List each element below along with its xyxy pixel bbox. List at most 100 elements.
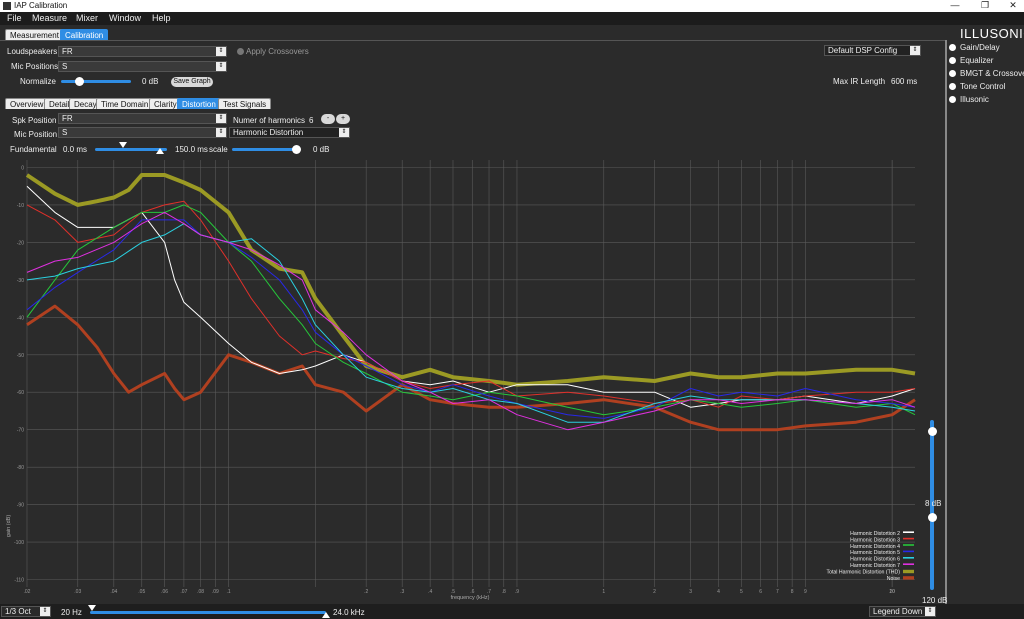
radio-icon: [949, 44, 956, 52]
loudspeakers-select[interactable]: FR ⇕: [58, 46, 227, 57]
spin-arrows-icon: ⇕: [40, 607, 50, 616]
tab-time-domain[interactable]: Time Domain: [96, 98, 154, 109]
spin-arrows-icon: ⇕: [216, 128, 226, 137]
radio-icon: [949, 83, 956, 91]
legend-label: Harmonic Distortion 2: [850, 531, 900, 537]
harmonics-decrement-button[interactable]: -: [321, 114, 335, 124]
spk-position-label: Spk Position: [12, 116, 57, 125]
range-start-handle-icon[interactable]: [119, 142, 127, 148]
y-tick-label: -20: [17, 240, 24, 246]
max-ir-label: Max IR Length: [833, 77, 886, 86]
legend-swatch: [903, 531, 914, 533]
legend-swatch: [903, 544, 914, 546]
menu-file[interactable]: File: [7, 13, 22, 23]
legend-swatch: [903, 537, 914, 540]
tab-test-signals[interactable]: Test Signals: [218, 98, 272, 109]
x-tick-label: 6: [759, 589, 762, 595]
menu-window[interactable]: Window: [109, 13, 141, 23]
x-tick-label: 8: [791, 589, 794, 595]
distortion-mode-select[interactable]: Harmonic Distortion ⇕: [229, 127, 350, 138]
spin-arrows-icon: ⇕: [216, 47, 226, 56]
normalize-value: 0 dB: [142, 77, 159, 86]
mic-position-select[interactable]: S ⇕: [58, 127, 227, 138]
maximize-button[interactable]: ❐: [970, 0, 1000, 11]
y-tick-label: -40: [17, 315, 24, 321]
mic-positions-label: Mic Positions: [11, 62, 59, 71]
tab-calibration[interactable]: Calibration: [60, 29, 109, 40]
legend-label: Harmonic Distortion 3: [850, 537, 900, 543]
spk-position-select[interactable]: FR ⇕: [58, 113, 227, 124]
menu-bar: File Measure Mixer Window Help: [0, 12, 1024, 25]
legend-swatch: [903, 569, 914, 574]
normalize-slider[interactable]: [61, 80, 131, 83]
range-end-handle-icon[interactable]: [156, 148, 164, 154]
legend-swatch: [903, 557, 914, 559]
x-tick-label: 4: [717, 589, 720, 595]
harmonics-label: Numer of harmonics: [233, 116, 306, 125]
y-tick-label: -70: [17, 428, 24, 434]
freq-min-value: 20 Hz: [61, 608, 82, 617]
option-tone-control[interactable]: Tone Control: [949, 82, 1005, 91]
x-tick-label: .09: [212, 589, 219, 595]
scale-slider[interactable]: [232, 148, 300, 151]
save-graph-button[interactable]: Save Graph: [171, 77, 213, 87]
fundamental-end: 150.0 ms: [175, 145, 208, 154]
brand-logo: ILLUSONIC: [960, 26, 1024, 41]
option-illusonic[interactable]: Illusonic: [949, 95, 989, 104]
range-top-knob[interactable]: [928, 427, 937, 436]
option-label: BMGT & Crossovers: [960, 69, 1024, 78]
option-label: Equalizer: [960, 56, 994, 65]
normalize-knob[interactable]: [75, 77, 84, 86]
option-bmgt-crossovers[interactable]: BMGT & Crossovers: [949, 69, 1024, 78]
x-tick-label: .1: [226, 589, 230, 595]
frequency-range-slider[interactable]: [90, 611, 326, 614]
mic-positions-select[interactable]: S ⇕: [58, 61, 227, 72]
y-axis-label: gain (dB): [6, 515, 12, 537]
range-bottom-knob[interactable]: [928, 513, 937, 522]
menu-help[interactable]: Help: [152, 13, 171, 23]
legend-mode-select[interactable]: Legend Down R ⇕: [869, 606, 936, 617]
y-tick-label: -80: [17, 465, 24, 471]
minimize-button[interactable]: —: [940, 0, 970, 10]
tab-measurement[interactable]: Measurement: [5, 29, 64, 40]
x-tick-label: .2: [364, 589, 368, 595]
tab-overview[interactable]: Overview: [5, 98, 49, 109]
right-panel: Gain/Delay Equalizer BMGT & Crossovers T…: [948, 40, 1024, 140]
scale-label: scale: [209, 145, 228, 154]
spin-arrows-icon: ⇕: [339, 128, 349, 137]
spk-position-value: FR: [62, 114, 73, 123]
radio-icon: [949, 57, 956, 65]
tab-distortion[interactable]: Distortion: [177, 98, 221, 109]
legend-label: Harmonic Distortion 5: [850, 550, 900, 556]
octave-select[interactable]: 1/3 Oct ⇕: [1, 606, 51, 617]
x-tick-label: .07: [180, 589, 187, 595]
y-tick-label: -50: [17, 353, 24, 359]
y-tick-label: -60: [17, 390, 24, 396]
freq-min-handle-icon[interactable]: [88, 605, 96, 611]
dsp-config-value: Default DSP Config: [828, 46, 898, 55]
tab-divider: [0, 40, 946, 41]
option-gain-delay[interactable]: Gain/Delay: [949, 43, 1000, 52]
x-tick-label: 9: [804, 589, 807, 595]
freq-max-value: 24.0 kHz: [333, 608, 365, 617]
max-ir-value: 600 ms: [891, 77, 918, 86]
legend-label: Total Harmonic Distortion (THD): [826, 569, 900, 575]
panel-splitter[interactable]: [945, 40, 947, 619]
y-tick-label: 0: [21, 165, 24, 171]
y-tick-label: -10: [17, 203, 24, 209]
x-tick-label: 5: [740, 589, 743, 595]
freq-max-handle-icon[interactable]: [322, 612, 330, 618]
scale-value: 0 dB: [313, 145, 330, 154]
option-equalizer[interactable]: Equalizer: [949, 56, 993, 65]
apply-crossovers-radio[interactable]: [237, 48, 244, 55]
menu-mixer[interactable]: Mixer: [76, 13, 98, 23]
harmonics-increment-button[interactable]: +: [336, 114, 350, 124]
legend-label: Harmonic Distortion 7: [850, 563, 900, 569]
spin-arrows-icon: ⇕: [216, 114, 226, 123]
loudspeakers-value: FR: [62, 47, 73, 56]
close-button[interactable]: ✕: [998, 0, 1024, 11]
x-tick-label: .08: [197, 589, 204, 595]
scale-knob[interactable]: [292, 145, 301, 154]
menu-measure[interactable]: Measure: [32, 13, 67, 23]
dsp-config-select[interactable]: Default DSP Config ⇕: [824, 45, 921, 56]
